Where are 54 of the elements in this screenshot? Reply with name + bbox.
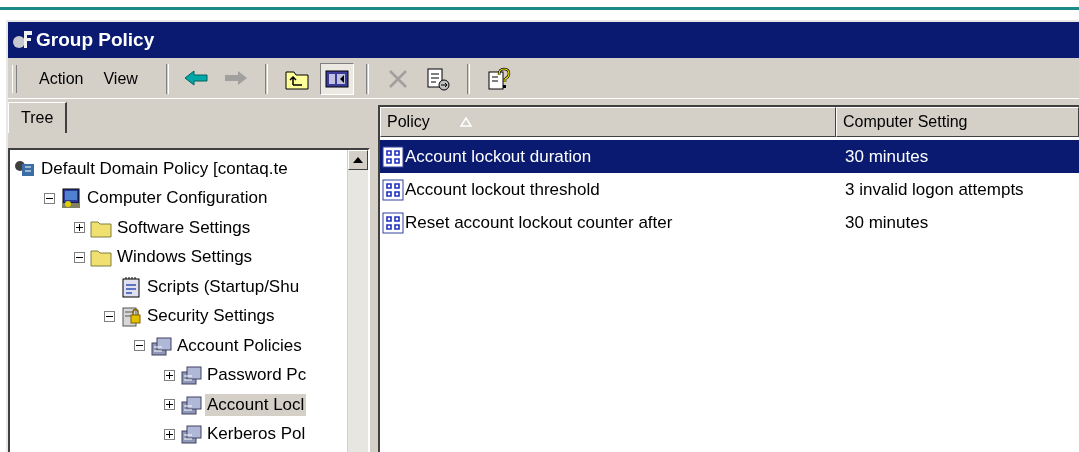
policy-icon [150, 334, 172, 357]
table-row[interactable]: Reset account lockout counter after 30 minutes [380, 206, 1079, 239]
plus-icon [165, 400, 174, 410]
table-cell: Account lockout threshold [405, 179, 600, 200]
plus-icon [165, 429, 174, 439]
table-cell: 30 minutes [845, 146, 929, 167]
expander-box[interactable] [104, 310, 115, 322]
tree-item[interactable]: Security Settings [145, 305, 277, 328]
tree-item[interactable]: Software Settings [115, 216, 253, 239]
table-row[interactable]: Account lockout threshold 3 invalid logon attempts [380, 173, 1079, 206]
tree-item[interactable]: Password Pc [205, 364, 309, 387]
expander-box[interactable] [164, 399, 175, 411]
expander-box[interactable] [44, 192, 55, 204]
table-cell: 3 invalid logon attempts [845, 179, 1024, 200]
policy-setting-icon [382, 178, 404, 201]
tree-item[interactable]: Kerberos Pol [205, 423, 308, 446]
computer-icon [60, 187, 82, 210]
table-cell: 30 minutes [845, 212, 929, 233]
column-header[interactable]: Policy [380, 107, 836, 137]
expander-box[interactable] [74, 251, 85, 263]
policy-icon [180, 393, 202, 416]
policy-icon [180, 364, 202, 387]
tree-item[interactable]: Windows Settings [115, 246, 255, 269]
plus-icon [75, 223, 84, 233]
table-row[interactable]: Account lockout duration 30 minutes [380, 140, 1079, 173]
help-icon [485, 67, 512, 91]
plus-icon [165, 370, 174, 380]
tree-item[interactable]: Scripts (Startup/Shu [145, 275, 302, 298]
menu-item[interactable]: View [95, 66, 146, 92]
expander-box[interactable] [134, 340, 145, 352]
scrollbar[interactable] [347, 150, 368, 452]
policy-setting-icon [382, 211, 404, 234]
scroll-up-button[interactable] [348, 150, 368, 170]
window-title: Group Policy [36, 29, 155, 51]
tree-tab[interactable]: Tree [8, 102, 68, 133]
table-cell: Account lockout duration [405, 146, 592, 167]
split-pane-icon [323, 67, 350, 91]
up-arrow-icon [353, 157, 363, 163]
lock-document-icon [120, 305, 142, 328]
policy-icon [180, 423, 202, 446]
tree-item[interactable]: Default Domain Policy [contaq.te [39, 157, 290, 180]
expander-box[interactable] [164, 369, 175, 381]
tree-item[interactable]: Account Policies [175, 334, 304, 357]
toolbar-button[interactable] [319, 63, 354, 95]
tree-item[interactable]: Account Locl [205, 393, 307, 416]
script-icon [120, 275, 142, 298]
column-header[interactable]: Computer Setting [836, 107, 1079, 137]
menu-item[interactable]: Action [31, 66, 92, 92]
tree-item[interactable]: Computer Configuration [85, 187, 270, 210]
expander-box[interactable] [164, 428, 175, 440]
policy-setting-icon [382, 145, 404, 168]
table-cell: Reset account lockout counter after [405, 212, 673, 233]
export-list-icon [424, 67, 451, 91]
expander-box[interactable] [74, 222, 85, 234]
